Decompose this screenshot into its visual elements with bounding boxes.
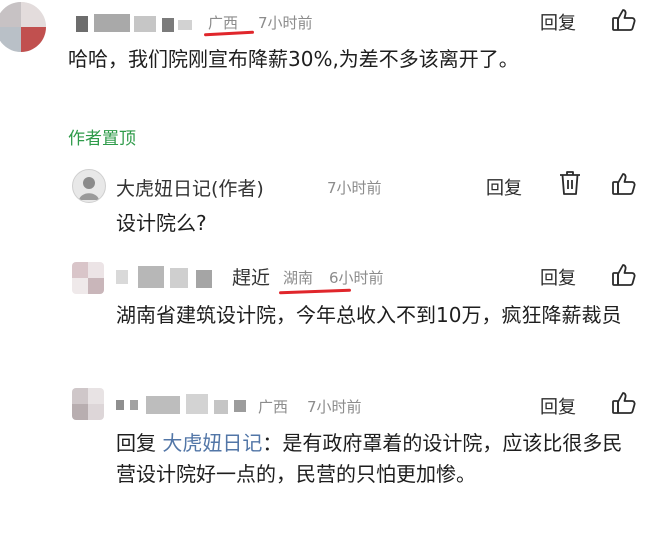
thumbs-up-icon[interactable]	[611, 7, 637, 33]
comment-location: 广西	[208, 14, 239, 32]
comment-location: 湖南	[283, 269, 314, 287]
location-underline	[278, 288, 352, 295]
reply-button[interactable]: 回复	[540, 9, 576, 35]
comment-time: 7小时前	[327, 179, 382, 197]
username-fragment[interactable]: 趕近	[232, 263, 270, 290]
username-blurred[interactable]	[76, 12, 196, 34]
comment-location: 广西	[258, 398, 289, 416]
trash-icon[interactable]	[558, 170, 582, 196]
reply-prefix: 回复	[116, 431, 156, 455]
comment-time: 7小时前	[258, 14, 313, 32]
thumbs-up-icon[interactable]	[611, 390, 637, 416]
avatar[interactable]	[72, 388, 104, 420]
username-blurred[interactable]	[116, 264, 226, 290]
avatar[interactable]	[72, 262, 104, 294]
thumbs-up-icon[interactable]	[611, 171, 637, 197]
avatar[interactable]	[72, 169, 106, 203]
reply-to-name[interactable]: 大虎妞日记	[162, 431, 262, 455]
comment-text: 设计院么?	[116, 211, 207, 235]
thumbs-up-icon[interactable]	[611, 262, 637, 288]
username-blurred[interactable]	[116, 392, 251, 416]
avatar[interactable]	[0, 2, 46, 52]
reply-button[interactable]: 回复	[486, 174, 522, 200]
comment-text: 哈哈，我们院刚宣布降薪30%,为差不多该离开了。	[68, 47, 519, 71]
comment-time: 6小时前	[329, 269, 384, 287]
comment-text: 湖南省建筑设计院，今年总收入不到10万，疯狂降薪裁员	[116, 303, 622, 327]
reply-button[interactable]: 回复	[540, 264, 576, 290]
comment-time: 7小时前	[307, 398, 362, 416]
pinned-badge: 作者置顶	[68, 129, 136, 149]
author-name[interactable]: 大虎妞日记(作者)	[116, 174, 264, 201]
comment-text: 回复 大虎妞日记：是有政府罩着的设计院，应该比很多民营设计院好一点的，民营的只怕…	[116, 428, 636, 490]
reply-button[interactable]: 回复	[540, 393, 576, 419]
